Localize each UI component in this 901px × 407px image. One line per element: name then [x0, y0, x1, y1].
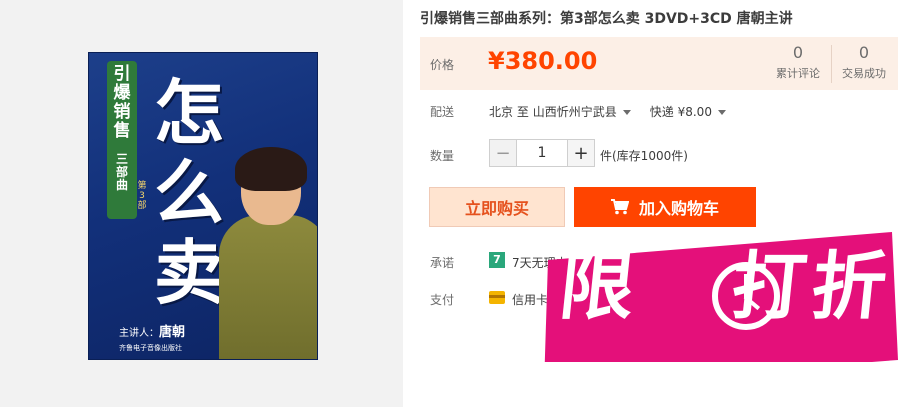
quantity-decrease-button[interactable]: −	[489, 139, 517, 167]
shipping-destination-select[interactable]: 山西忻州宁武县	[533, 105, 631, 119]
promo-text-1: 限	[555, 244, 645, 330]
deal-count-stat: 0 交易成功	[834, 43, 894, 81]
price-box: 价格 ¥380.00 0 累计评论 0 交易成功	[420, 37, 898, 90]
stat-divider	[831, 45, 832, 83]
shipping-to-word: 至	[516, 105, 529, 119]
chevron-down-icon	[717, 110, 726, 115]
quantity-input[interactable]: 1	[517, 139, 567, 167]
buy-now-button[interactable]: 立即购买	[429, 187, 565, 227]
quantity-increase-button[interactable]: +	[567, 139, 595, 167]
shipping-express: 快递 ¥8.00	[649, 105, 712, 119]
promise-label: 承诺	[430, 256, 455, 270]
shipping-method-select[interactable]: 快递 ¥8.00	[650, 105, 726, 119]
add-to-cart-label: 加入购物车	[638, 199, 719, 218]
add-to-cart-button[interactable]: 加入购物车	[574, 187, 756, 227]
cover-publisher: 齐鲁电子音像出版社	[119, 344, 182, 352]
deal-count-label: 交易成功	[842, 67, 886, 80]
chevron-down-icon	[622, 110, 631, 115]
payment-label: 支付	[430, 293, 455, 307]
cover-part-text: 第3部	[137, 181, 147, 211]
seven-day-return-icon: 7	[489, 252, 505, 268]
cover-series-sub-text: 三部曲	[115, 152, 128, 192]
deal-count: 0	[858, 43, 870, 62]
presenter-name: 唐朝	[159, 325, 186, 340]
price-label: 价格	[430, 58, 455, 72]
price-value: ¥380.00	[488, 47, 598, 75]
quantity-label: 数量	[430, 149, 455, 163]
presenter-label: 主讲人：	[119, 328, 159, 339]
presenter-photo	[219, 147, 317, 359]
stock-info: 件(库存1000件)	[600, 149, 688, 163]
cover-presenter: 主讲人：唐朝	[119, 321, 185, 340]
review-count-label: 累计评论	[776, 67, 820, 80]
cover-main-title: 怎么卖	[154, 71, 224, 314]
shipping-info: 北京 至 山西忻州宁武县 快递 ¥8.00	[489, 103, 726, 120]
clock-icon	[712, 262, 780, 330]
product-title: 引爆销售三部曲系列：第3部怎么卖 3DVD+3CD 唐朝主讲	[420, 11, 793, 27]
product-image-panel[interactable]: 引爆销售 三部曲 第3部 怎么卖 主讲人：唐朝 齐鲁电子音像出版社	[0, 0, 403, 407]
review-count-stat[interactable]: 0 累计评论	[768, 43, 828, 81]
product-cover-image: 引爆销售 三部曲 第3部 怎么卖 主讲人：唐朝 齐鲁电子音像出版社	[88, 52, 318, 360]
review-count: 0	[792, 43, 804, 62]
shipping-from: 北京	[489, 105, 514, 119]
bottom-strip	[410, 362, 900, 407]
quantity-stepper: − 1 +	[489, 139, 595, 167]
cover-series-text: 引爆销售	[113, 64, 131, 141]
shipping-label: 配送	[430, 105, 455, 119]
shipping-destination: 山西忻州宁武县	[532, 105, 617, 119]
credit-card-icon	[489, 291, 505, 304]
cart-icon	[610, 199, 629, 215]
